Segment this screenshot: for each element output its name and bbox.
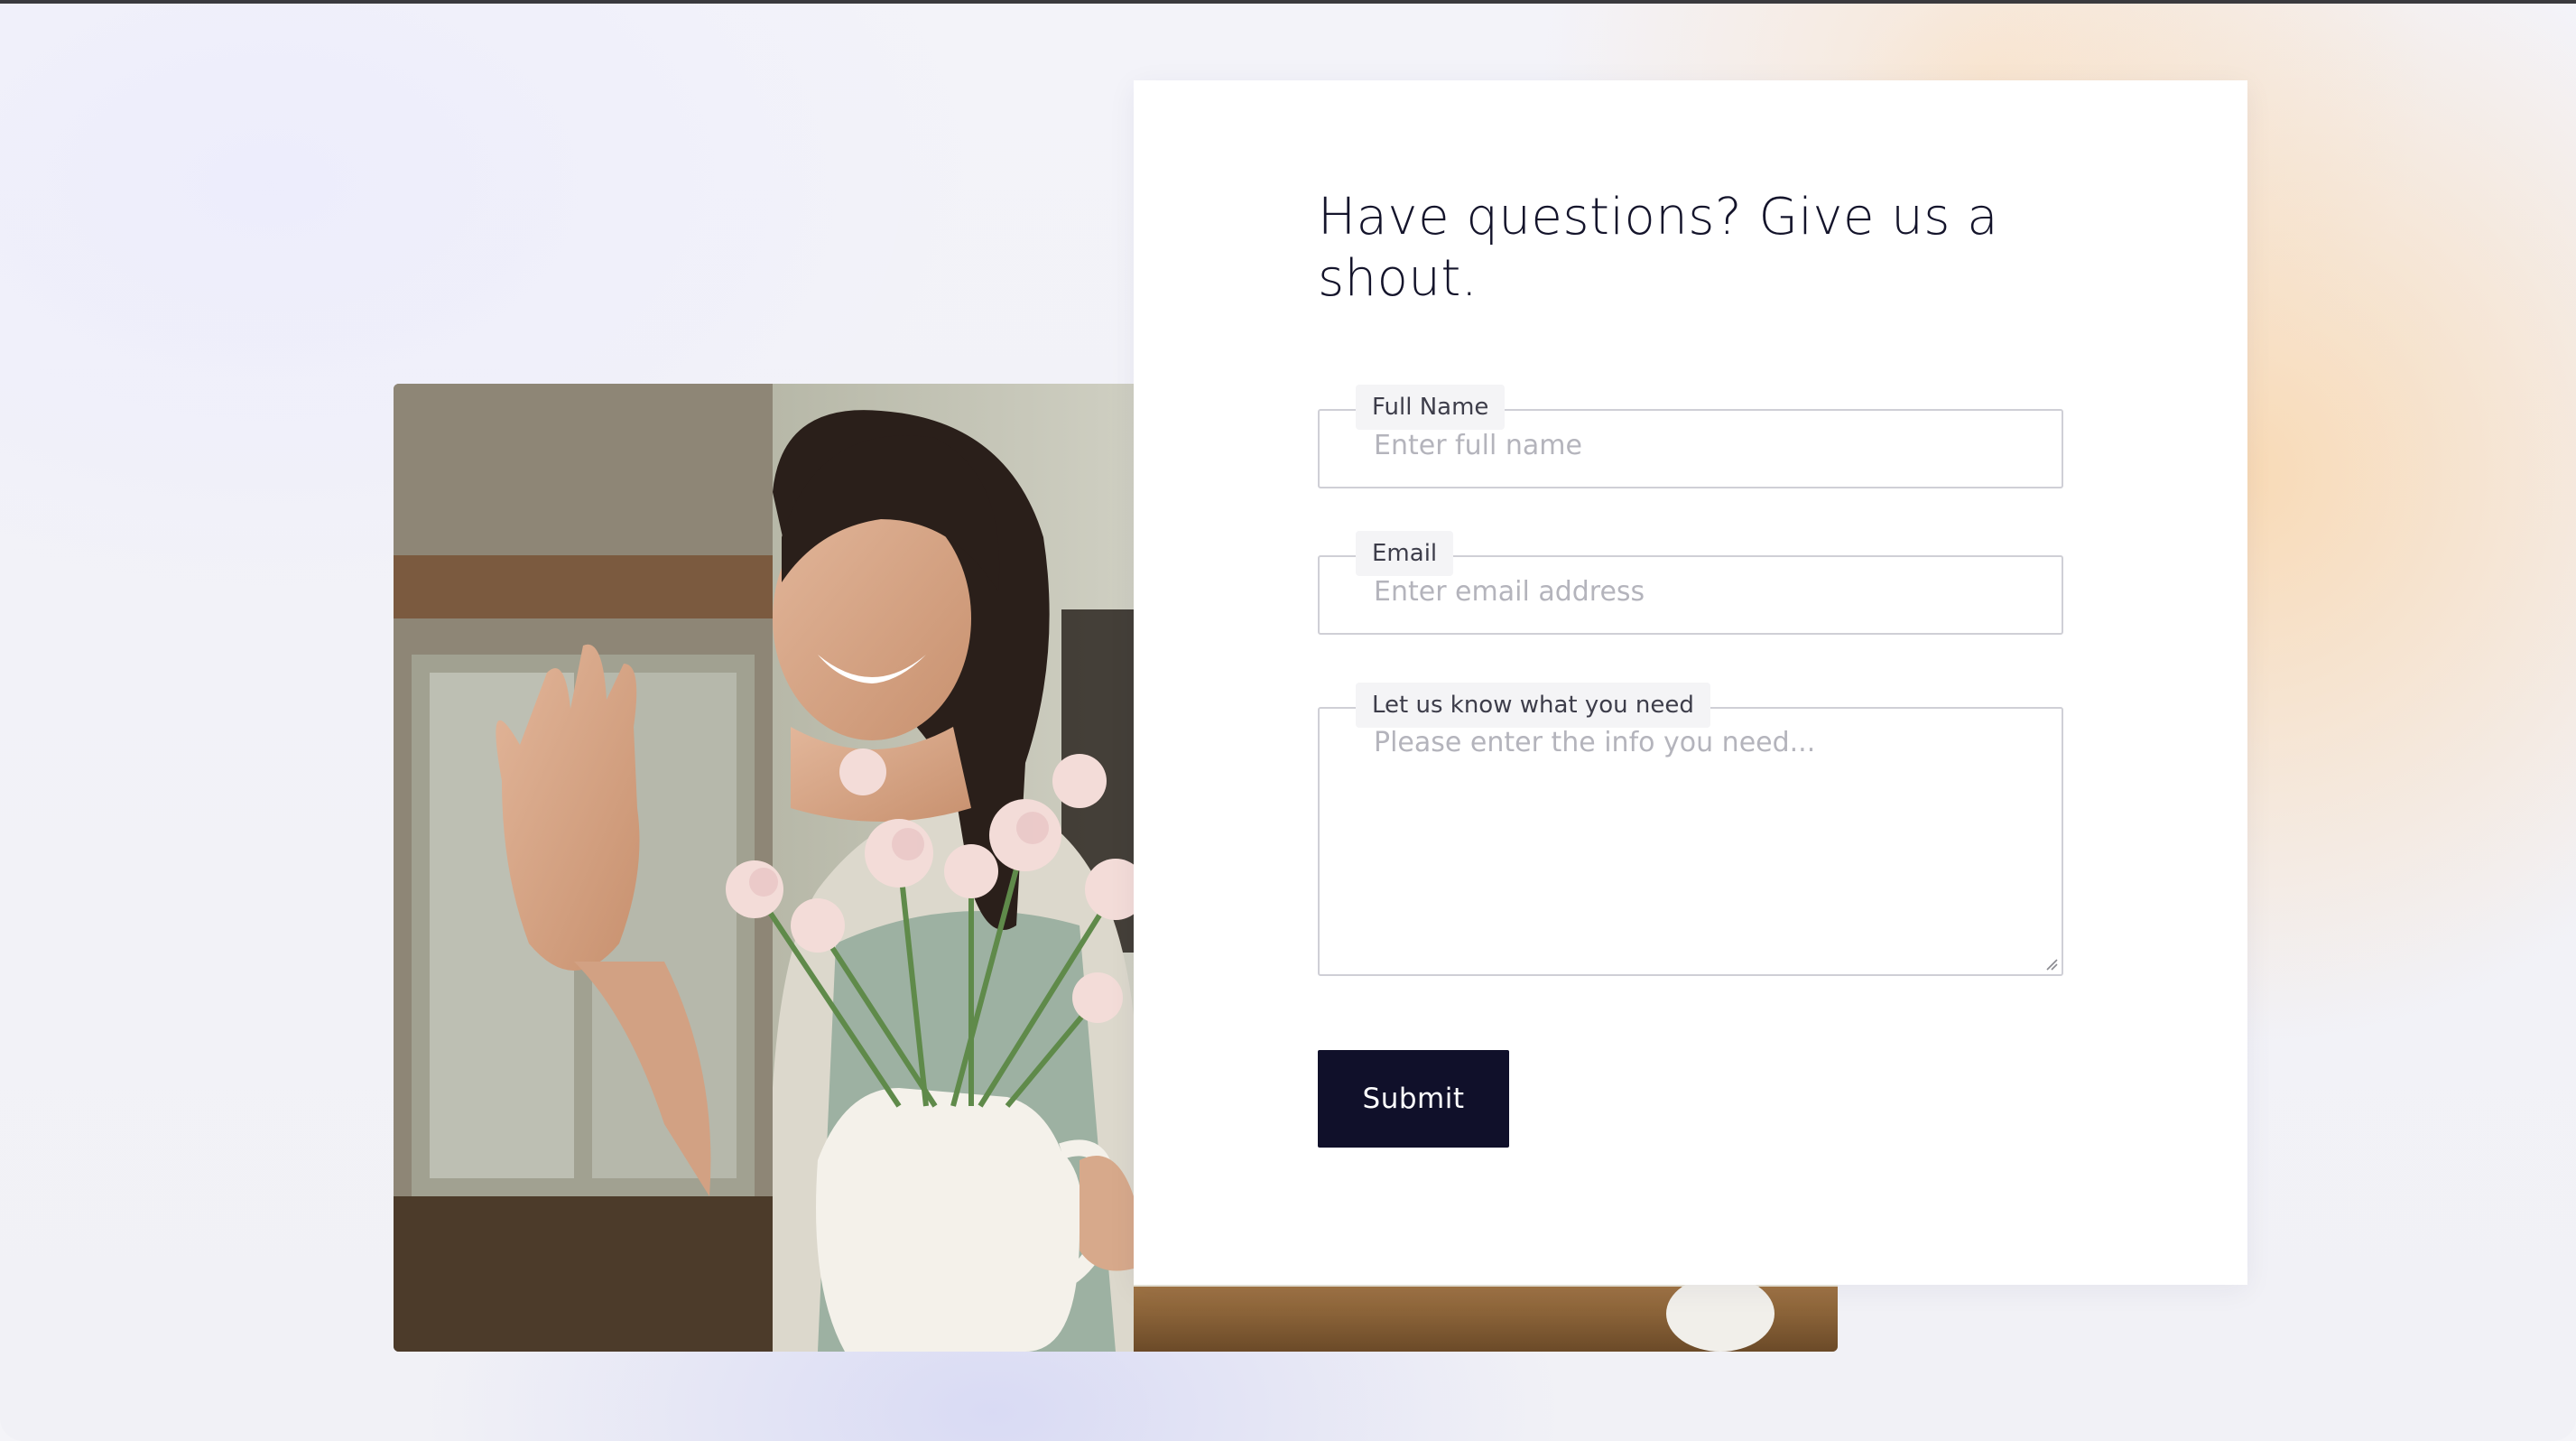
contact-form-card: Have questions? Give us a shout. Full Na… — [1134, 80, 2247, 1285]
message-field[interactable]: Let us know what you need Please enter t… — [1318, 683, 2063, 976]
full-name-field[interactable]: Full Name Enter full name — [1318, 385, 2063, 488]
email-field[interactable]: Email Enter email address — [1318, 531, 2063, 635]
resize-grip-icon[interactable] — [2045, 958, 2058, 971]
submit-button[interactable]: Submit — [1318, 1050, 1509, 1148]
full-name-placeholder: Enter full name — [1374, 430, 1582, 461]
email-placeholder: Enter email address — [1374, 576, 1645, 608]
message-placeholder: Please enter the info you need... — [1374, 727, 1816, 758]
email-label: Email — [1356, 531, 1454, 576]
form-heading: Have questions? Give us a shout. — [1318, 188, 1999, 308]
full-name-label: Full Name — [1356, 385, 1506, 430]
message-label: Let us know what you need — [1356, 683, 1710, 728]
